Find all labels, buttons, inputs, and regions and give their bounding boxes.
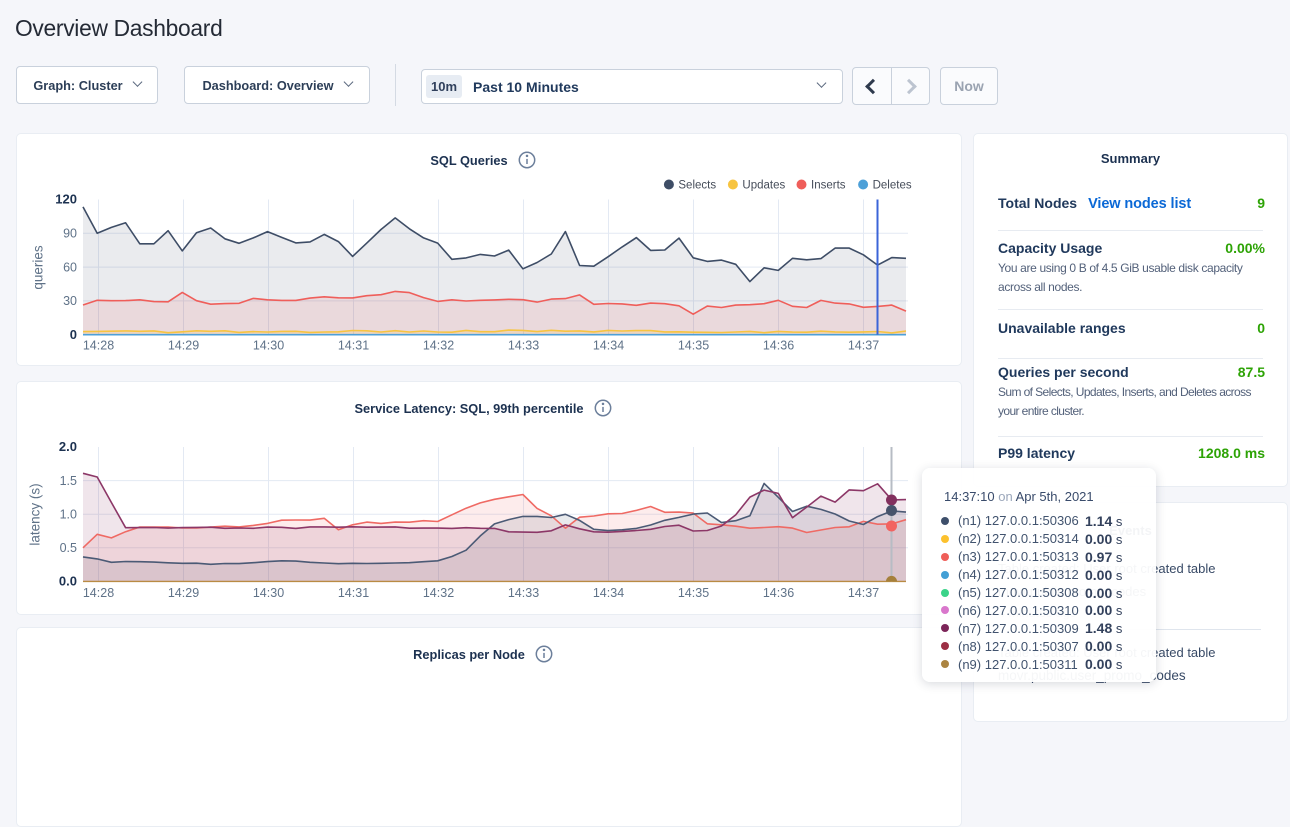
- svg-text:14:28: 14:28: [83, 339, 114, 353]
- svg-text:14:30: 14:30: [253, 339, 284, 353]
- svg-text:0.0: 0.0: [59, 574, 77, 589]
- svg-text:14:34: 14:34: [593, 339, 624, 353]
- svg-text:14:32: 14:32: [423, 586, 454, 600]
- svg-text:14:34: 14:34: [593, 586, 624, 600]
- svg-text:14:37: 14:37: [848, 586, 879, 600]
- svg-text:0: 0: [70, 327, 77, 342]
- svg-text:Inserts: Inserts: [811, 180, 846, 192]
- svg-text:Updates: Updates: [742, 180, 785, 192]
- svg-text:14:36: 14:36: [763, 586, 794, 600]
- svg-text:120: 120: [55, 192, 77, 207]
- svg-text:14:36: 14:36: [763, 339, 794, 353]
- svg-text:14:29: 14:29: [168, 586, 199, 600]
- svg-text:14:32: 14:32: [423, 339, 454, 353]
- svg-text:14:31: 14:31: [338, 586, 369, 600]
- svg-text:14:35: 14:35: [678, 586, 709, 600]
- svg-text:30: 30: [63, 294, 77, 308]
- svg-text:14:37: 14:37: [848, 339, 879, 353]
- svg-text:14:31: 14:31: [338, 339, 369, 353]
- svg-text:14:29: 14:29: [168, 339, 199, 353]
- svg-text:Selects: Selects: [678, 180, 716, 192]
- svg-text:14:35: 14:35: [678, 339, 709, 353]
- svg-text:90: 90: [63, 227, 77, 241]
- svg-text:2.0: 2.0: [59, 439, 77, 454]
- svg-text:1.0: 1.0: [60, 507, 77, 521]
- svg-text:14:33: 14:33: [508, 339, 539, 353]
- svg-text:1.5: 1.5: [60, 474, 77, 488]
- svg-text:14:28: 14:28: [83, 586, 114, 600]
- svg-text:60: 60: [63, 260, 77, 274]
- svg-text:Deletes: Deletes: [873, 180, 912, 192]
- svg-text:14:33: 14:33: [508, 586, 539, 600]
- svg-text:14:30: 14:30: [253, 586, 284, 600]
- svg-text:0.5: 0.5: [60, 541, 77, 555]
